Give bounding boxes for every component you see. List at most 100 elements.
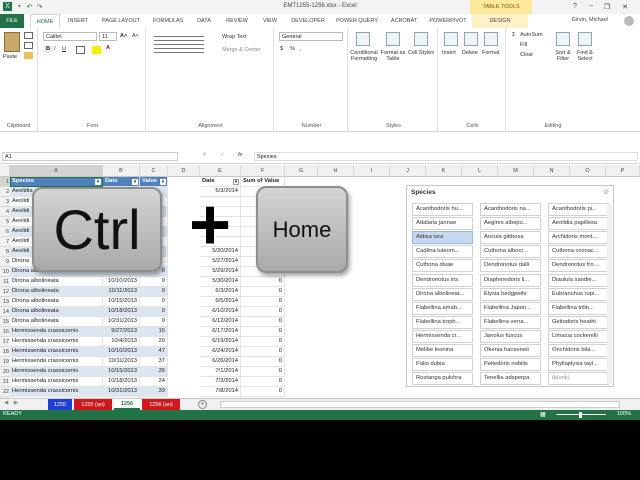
column-header[interactable]: D [168, 165, 200, 177]
currency-button[interactable]: $ [280, 46, 283, 52]
sheet-tab-1255-an[interactable]: 1255 (an) [74, 399, 112, 410]
insert-icon[interactable] [444, 32, 458, 46]
column-header[interactable]: C [140, 165, 168, 177]
slicer-item[interactable]: Rostanga pulchra [412, 372, 473, 386]
table-cell-date[interactable]: 10/10/2013 [103, 347, 140, 357]
slicer-item[interactable]: Ancula gibbosa [480, 231, 541, 245]
autosum-icon[interactable]: Σ [512, 32, 515, 38]
table-cell-date[interactable]: 10/31/2013 [103, 387, 140, 397]
copy-icon[interactable] [24, 42, 33, 49]
font-name-dropdown[interactable]: Calibri [43, 32, 97, 41]
pivot-cell-sum[interactable]: 0 [241, 327, 285, 337]
select-all-corner[interactable] [0, 165, 10, 177]
slicer-item[interactable]: Janolus fuscus [480, 329, 541, 343]
column-header[interactable]: O [570, 165, 606, 177]
pivot-cell-date[interactable]: 6/19/2014 [200, 337, 241, 347]
slicer-item[interactable]: Acanthodoris hu... [412, 203, 473, 216]
row-header[interactable]: 9 [0, 257, 10, 267]
pivot-cell-sum[interactable]: 0 [241, 337, 285, 347]
pivot-cell-date[interactable]: 7/8/2014 [200, 387, 241, 397]
pivot-cell-date[interactable]: 7/3/2014 [200, 377, 241, 387]
pivot-cell-date[interactable]: 6/24/2014 [200, 347, 241, 357]
table-cell-species[interactable]: Dirona albolineata [10, 297, 103, 307]
grow-font-icon[interactable]: A˄ [120, 33, 127, 39]
table-cell-value[interactable]: 0 [140, 297, 168, 307]
paste-button[interactable]: Paste [3, 54, 17, 60]
wrap-text-button[interactable]: Wrap Text [222, 34, 247, 40]
format-icon[interactable] [484, 32, 498, 46]
minimize-icon[interactable]: − [584, 1, 598, 12]
row-header[interactable]: 15 [0, 317, 10, 327]
formula-input[interactable]: Species [254, 152, 638, 161]
row-header[interactable]: 2 [0, 187, 10, 197]
slicer-item[interactable]: Flabellina amab... [412, 301, 473, 315]
row-header[interactable]: 22 [0, 387, 10, 397]
tab-view[interactable]: VIEW [256, 14, 284, 28]
pivot-cell-date[interactable]: 5/30/2014 [200, 277, 241, 287]
fill-color-icon[interactable] [92, 46, 101, 54]
sheet-tab-1255[interactable]: 1255 [48, 399, 72, 410]
fill-button[interactable]: Fill [520, 42, 527, 48]
pivot-cell-date[interactable]: 6/26/2014 [200, 357, 241, 367]
slicer-item[interactable]: Dendronotus dalli [480, 259, 541, 273]
delete-button[interactable]: Delete [462, 50, 478, 56]
column-header[interactable]: H [318, 165, 354, 177]
table-cell-value[interactable]: 20 [140, 337, 168, 347]
table-cell-value[interactable]: 37 [140, 357, 168, 367]
comma-button[interactable]: , [300, 46, 302, 52]
row-header[interactable]: 4 [0, 207, 10, 217]
table-cell-species[interactable]: Hermissenda crassicornis [10, 327, 103, 337]
pivot-cell-date[interactable]: 6/3/2014 [200, 287, 241, 297]
autosum-button[interactable]: AutoSum [520, 32, 543, 38]
sheet-tab-1256[interactable]: 1256 [114, 399, 140, 410]
format-as-table-icon[interactable] [386, 32, 400, 46]
column-header[interactable]: P [606, 165, 640, 177]
clear-button[interactable]: Clear [520, 52, 533, 58]
pivot-cell-date[interactable]: 6/5/2014 [200, 297, 241, 307]
column-header[interactable]: L [462, 165, 498, 177]
clear-filter-icon[interactable]: ⊘ [603, 188, 609, 196]
merge-center-button[interactable]: Merge & Center [222, 47, 261, 53]
slicer-scrollbar[interactable] [607, 204, 612, 384]
slicer-item[interactable]: Archidoris mont... [548, 231, 609, 245]
column-header[interactable]: N [534, 165, 570, 177]
table-cell-value[interactable]: 0 [140, 307, 168, 317]
next-sheet-icon[interactable]: ▶ [14, 400, 18, 406]
pivot-cell-sum[interactable]: 0 [241, 357, 285, 367]
align-buttons-icon[interactable] [154, 33, 204, 55]
tab-acrobat[interactable]: ACROBAT [384, 14, 424, 28]
pivot-cell-sum[interactable]: 0 [241, 347, 285, 357]
slicer-item[interactable]: Aeolidia papillosa [548, 217, 609, 231]
slicer-item[interactable]: Cuthona albocr... [480, 245, 541, 259]
row-header[interactable]: 21 [0, 377, 10, 387]
slicer-item[interactable]: Diaphorodoris li... [480, 273, 541, 287]
new-sheet-icon[interactable]: + [198, 400, 207, 409]
pivot-cell-sum[interactable]: 0 [241, 387, 285, 397]
font-size-dropdown[interactable]: 11 [99, 32, 117, 41]
table-cell-date[interactable]: 10/15/2013 [103, 297, 140, 307]
tab-insert[interactable]: INSERT [62, 14, 94, 28]
table-cell-species[interactable]: Dirona albolineata [10, 317, 103, 327]
table-cell-date[interactable]: 10/11/2013 [103, 287, 140, 297]
table-cell-species[interactable]: Hermissenda crassicornis [10, 357, 103, 367]
table-cell-value[interactable]: 0 [140, 317, 168, 327]
name-box[interactable]: A1 [2, 152, 178, 161]
pivot-cell-sum[interactable]: 0 [241, 297, 285, 307]
slicer-item[interactable]: Dirona albolineat... [412, 287, 473, 301]
row-header[interactable]: 19 [0, 357, 10, 367]
slicer-item[interactable]: Flabellina verra... [480, 315, 541, 329]
slicer-item[interactable]: Acanthodoris pi... [548, 203, 609, 216]
filter-dropdown-icon[interactable]: ▾ [132, 179, 138, 185]
column-header[interactable]: E [200, 165, 241, 177]
row-header[interactable]: 13 [0, 297, 10, 307]
slicer-item[interactable]: Diaulula sandie... [548, 273, 609, 287]
conditional-formatting-button[interactable]: Conditional Formatting [350, 50, 378, 62]
pivot-cell-sum[interactable]: 0 [241, 317, 285, 327]
table-cell-date[interactable]: 10/4/2013 [103, 337, 140, 347]
slicer-item[interactable]: (blank) [548, 372, 609, 386]
column-header[interactable]: A [10, 165, 103, 177]
font-color-icon[interactable]: A [106, 45, 110, 51]
user-name[interactable]: Girvin, Michael [572, 17, 608, 23]
table-cell-date[interactable]: 10/15/2013 [103, 367, 140, 377]
column-header[interactable]: G [285, 165, 318, 177]
